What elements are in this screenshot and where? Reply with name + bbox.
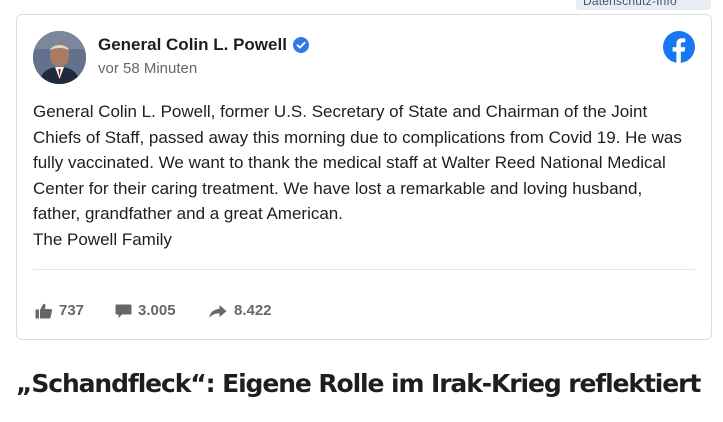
- article-headline: „Schandfleck“: Eigene Rolle im Irak-Krie…: [16, 369, 701, 398]
- likes-count: 737: [59, 302, 85, 319]
- privacy-info-label: Datenschutz-Info: [583, 0, 677, 8]
- comments-count: 3.005: [138, 302, 176, 319]
- author-row: General Colin L. Powell: [98, 35, 309, 55]
- verified-badge-icon: [292, 37, 309, 53]
- post-body: General Colin L. Powell, former U.S. Sec…: [33, 99, 693, 253]
- comments-stat[interactable]: 3.005: [115, 302, 176, 319]
- likes-stat[interactable]: 737: [35, 302, 84, 319]
- post-timestamp[interactable]: vor 58 Minuten: [98, 60, 197, 77]
- like-icon: [35, 303, 53, 318]
- privacy-info-tab[interactable]: Datenschutz-Info: [576, 0, 711, 10]
- facebook-logo-icon[interactable]: [663, 31, 695, 63]
- shares-stat[interactable]: 8.422: [208, 302, 272, 319]
- author-name[interactable]: General Colin L. Powell: [98, 35, 287, 55]
- author-avatar[interactable]: [33, 31, 86, 84]
- comment-icon: [115, 304, 132, 318]
- post-paragraph: General Colin L. Powell, former U.S. Sec…: [33, 102, 682, 224]
- facebook-post-embed: General Colin L. Powell vor 58 Minuten G…: [16, 14, 712, 340]
- shares-count: 8.422: [234, 302, 272, 319]
- share-icon: [209, 304, 227, 318]
- post-divider: [33, 269, 695, 270]
- post-signature: The Powell Family: [33, 229, 172, 249]
